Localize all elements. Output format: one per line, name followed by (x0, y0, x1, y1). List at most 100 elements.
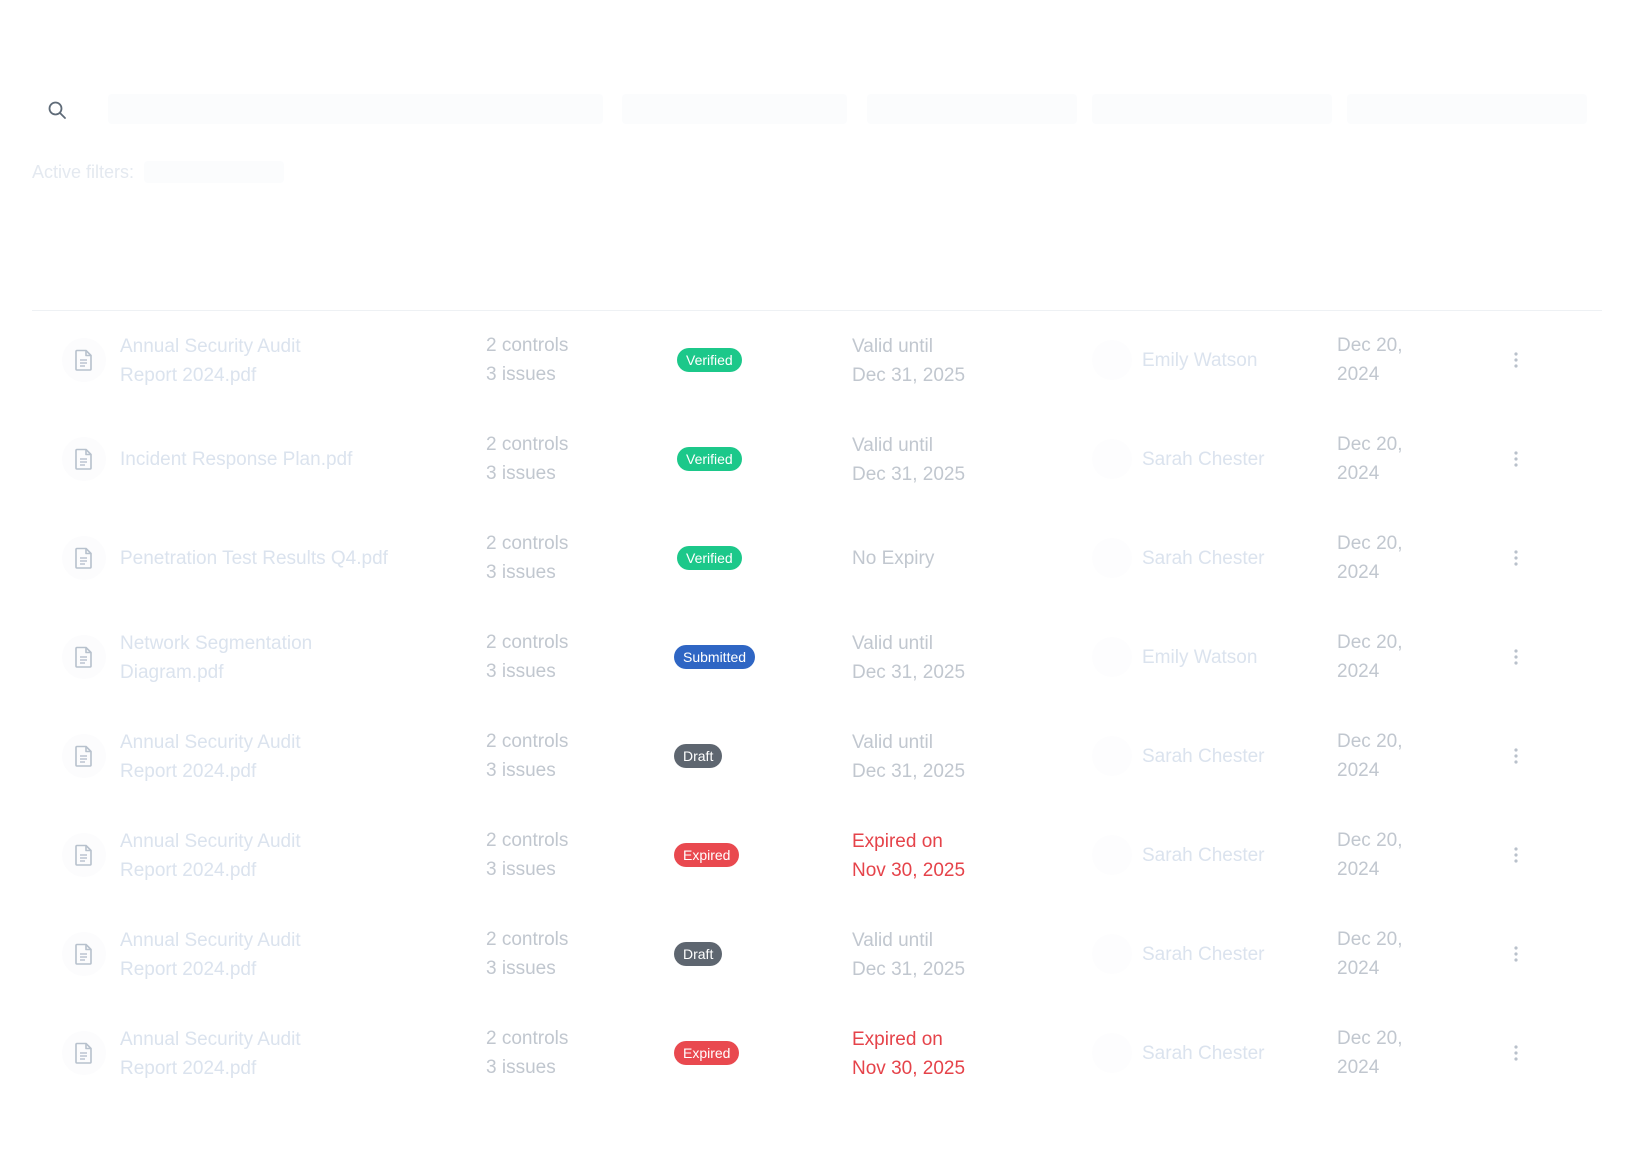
table-row[interactable]: Annual Security Audit Report 2024.pdf 2 co… (32, 311, 1602, 410)
file-name[interactable]: Annual Security Audit Report 2024.pdf (120, 905, 440, 1004)
file-name-line[interactable]: Report 2024.pdf (120, 955, 301, 984)
uploaded-date: Dec 20, 2024 (1337, 331, 1402, 389)
more-vertical-icon[interactable] (1506, 940, 1526, 968)
table-row[interactable]: Annual Security Audit Report 2024.pdf 2 co… (32, 707, 1602, 806)
validity-line: Dec 31, 2025 (852, 661, 966, 683)
date-line: Dec 20, (1337, 434, 1403, 455)
file-name[interactable]: Network Segmentation Diagram.pdf (120, 608, 440, 707)
uploaded-date: Dec 20, 2024 (1337, 1024, 1402, 1082)
active-filters: Active filters: (32, 160, 285, 184)
search-bar[interactable] (32, 88, 1602, 132)
issues-count: 3 issues (486, 859, 556, 880)
file-name-text[interactable]: Annual Security Audit Report 2024.pdf (120, 728, 301, 786)
validity-text: Valid until Dec 31, 2025 (852, 707, 965, 806)
avatar (1092, 439, 1132, 479)
filter-chip[interactable] (144, 161, 285, 183)
search-input[interactable] (108, 94, 603, 124)
date-line: Dec 20, (1337, 929, 1403, 950)
controls-issues: 2 controls 3 issues (486, 727, 568, 785)
more-vertical-icon[interactable] (1506, 1039, 1526, 1067)
file-name-line[interactable]: Annual Security Audit (120, 926, 301, 955)
file-name-line[interactable]: Report 2024.pdf (120, 856, 301, 885)
validity-line: Valid until (852, 929, 933, 951)
table-row[interactable]: Penetration Test Results Q4.pdf 2 control… (32, 509, 1602, 608)
table-row[interactable]: Network Segmentation Diagram.pdf 2 control… (32, 608, 1602, 707)
filter-dropdown-2[interactable] (867, 94, 1077, 124)
status-badge: Draft (674, 942, 723, 966)
file-name-line[interactable]: Incident Response Plan.pdf (120, 445, 352, 474)
issues-count: 3 issues (486, 661, 556, 682)
file-name-text[interactable]: Incident Response Plan.pdf (120, 445, 352, 474)
avatar (1092, 1033, 1132, 1073)
table-row[interactable]: Annual Security Audit Report 2024.pdf 2 co… (32, 905, 1602, 1004)
avatar (1092, 637, 1132, 677)
file-name[interactable]: Annual Security Audit Report 2024.pdf (120, 707, 440, 806)
file-name[interactable]: Annual Security Audit Report 2024.pdf (120, 311, 440, 410)
file-name-text[interactable]: Penetration Test Results Q4.pdf (120, 544, 388, 573)
date-line: 2024 (1337, 661, 1380, 682)
validity-text: Valid until Dec 31, 2025 (852, 410, 965, 509)
search-icon[interactable] (46, 99, 68, 121)
file-name[interactable]: Annual Security Audit Report 2024.pdf (120, 1004, 440, 1103)
validity-line: Dec 31, 2025 (852, 463, 966, 485)
file-name-line[interactable]: Network Segmentation (120, 629, 312, 658)
file-name-line[interactable]: Report 2024.pdf (120, 361, 301, 390)
controls-issues: 2 controls 3 issues (486, 1024, 568, 1082)
status-badge: Verified (677, 546, 742, 570)
file-name-text[interactable]: Annual Security Audit Report 2024.pdf (120, 827, 301, 885)
file-name-line[interactable]: Annual Security Audit (120, 827, 301, 856)
more-vertical-icon[interactable] (1506, 643, 1526, 671)
issues-count: 3 issues (486, 1057, 556, 1078)
more-vertical-icon[interactable] (1506, 841, 1526, 869)
file-icon (62, 932, 106, 976)
controls-issues: 2 controls 3 issues (486, 331, 568, 389)
validity-line: Nov 30, 2025 (852, 859, 966, 881)
status-badge: Verified (677, 447, 742, 471)
owner-name: Sarah Chester (1142, 547, 1265, 569)
more-vertical-icon[interactable] (1506, 742, 1526, 770)
uploaded-date: Dec 20, 2024 (1337, 925, 1402, 983)
controls-count: 2 controls (486, 731, 569, 752)
file-name-line[interactable]: Annual Security Audit (120, 1025, 301, 1054)
controls-issues: 2 controls 3 issues (486, 628, 568, 686)
file-name-line[interactable]: Penetration Test Results Q4.pdf (120, 544, 388, 573)
validity-line: No Expiry (852, 548, 935, 569)
controls-issues: 2 controls 3 issues (486, 925, 568, 983)
filter-dropdown-1[interactable] (622, 94, 847, 124)
file-name[interactable]: Penetration Test Results Q4.pdf (120, 509, 440, 608)
file-name-line[interactable]: Annual Security Audit (120, 728, 301, 757)
date-line: Dec 20, (1337, 632, 1403, 653)
filter-dropdown-3[interactable] (1092, 94, 1332, 124)
controls-count: 2 controls (486, 434, 569, 455)
active-filters-label: Active filters: (32, 161, 135, 182)
file-name-text[interactable]: Annual Security Audit Report 2024.pdf (120, 332, 301, 390)
file-name-text[interactable]: Annual Security Audit Report 2024.pdf (120, 926, 301, 984)
table-row[interactable]: Annual Security Audit Report 2024.pdf 2 co… (32, 1004, 1602, 1103)
table-row[interactable]: Annual Security Audit Report 2024.pdf 2 co… (32, 806, 1602, 905)
controls-issues: 2 controls 3 issues (486, 826, 568, 884)
more-vertical-icon[interactable] (1506, 445, 1526, 473)
more-vertical-icon[interactable] (1506, 346, 1526, 374)
file-name-line[interactable]: Annual Security Audit (120, 332, 301, 361)
filter-dropdown-4[interactable] (1347, 94, 1587, 124)
file-name-text[interactable]: Network Segmentation Diagram.pdf (120, 629, 312, 687)
file-name[interactable]: Annual Security Audit Report 2024.pdf (120, 806, 440, 905)
owner-name: Emily Watson (1142, 646, 1258, 668)
owner-name: Sarah Chester (1142, 1042, 1265, 1064)
file-icon (62, 734, 106, 778)
file-icon (62, 1031, 106, 1075)
validity-line: Expired on (852, 830, 943, 852)
validity-text: Valid until Dec 31, 2025 (852, 311, 965, 410)
file-name-line[interactable]: Report 2024.pdf (120, 1054, 301, 1083)
file-name-text[interactable]: Annual Security Audit Report 2024.pdf (120, 1025, 301, 1083)
issues-count: 3 issues (486, 760, 556, 781)
more-vertical-icon[interactable] (1506, 544, 1526, 572)
file-name[interactable]: Incident Response Plan.pdf (120, 410, 440, 509)
status-badge: Expired (674, 843, 740, 867)
issues-count: 3 issues (486, 364, 556, 385)
file-name-line[interactable]: Diagram.pdf (120, 658, 312, 687)
validity-text: Valid until Dec 31, 2025 (852, 905, 965, 1004)
avatar (1092, 538, 1132, 578)
file-name-line[interactable]: Report 2024.pdf (120, 757, 301, 786)
table-row[interactable]: Incident Response Plan.pdf 2 controls 3 is… (32, 410, 1602, 509)
